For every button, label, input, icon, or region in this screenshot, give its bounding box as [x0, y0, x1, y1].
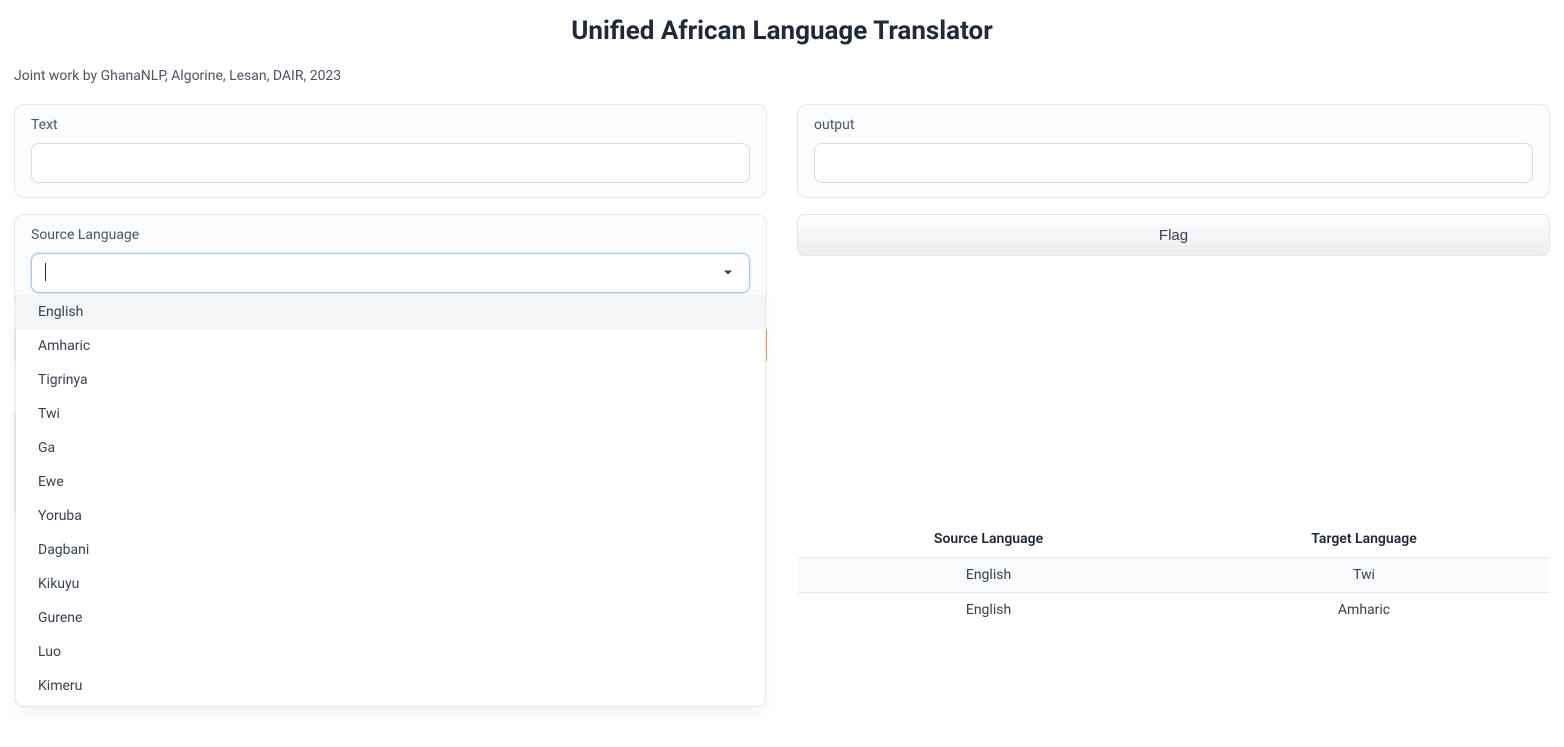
dropdown-option[interactable]: Tigrinya [16, 363, 765, 397]
source-language-card: Source Language EnglishAmharicTigrinyaTw… [14, 214, 767, 308]
text-input-label: Text [31, 117, 750, 133]
table-cell: Amharic [1179, 593, 1549, 628]
dropdown-option[interactable]: Amharic [16, 329, 765, 363]
page-subtitle: Joint work by GhanaNLP, Algorine, Lesan,… [14, 68, 1550, 84]
dropdown-option[interactable]: Dagbani [16, 533, 765, 567]
output-label: output [814, 117, 1533, 133]
dropdown-option[interactable]: Ga [16, 431, 765, 465]
table-header-source: Source Language [798, 521, 1180, 558]
dropdown-option[interactable]: Luo [16, 635, 765, 669]
dropdown-option[interactable]: Yoruba [16, 499, 765, 533]
source-language-dropdown: EnglishAmharicTigrinyaTwiGaEweYorubaDagb… [15, 295, 766, 707]
table-cell: Twi [1179, 558, 1549, 593]
dropdown-option[interactable]: Kimeru [16, 669, 765, 703]
source-language-select[interactable] [31, 253, 750, 293]
source-language-label: Source Language [31, 227, 750, 243]
page-title: Unified African Language Translator [14, 16, 1550, 46]
table-row[interactable]: EnglishAmharic [798, 593, 1550, 628]
dropdown-option[interactable]: Kikuyu [16, 567, 765, 601]
text-input[interactable] [31, 143, 750, 183]
table-cell: English [798, 593, 1180, 628]
dropdown-option[interactable]: Ewe [16, 465, 765, 499]
text-input-card: Text [14, 104, 767, 198]
output-card: output [797, 104, 1550, 198]
examples-table: Source Language Target Language EnglishT… [797, 520, 1550, 628]
table-cell: English [798, 558, 1180, 593]
dropdown-option[interactable]: Gurene [16, 601, 765, 635]
table-row[interactable]: EnglishTwi [798, 558, 1550, 593]
dropdown-option[interactable]: Twi [16, 397, 765, 431]
dropdown-option[interactable]: English [16, 295, 765, 329]
text-cursor [45, 263, 46, 281]
table-header-target: Target Language [1179, 521, 1549, 558]
output-text [814, 143, 1533, 183]
flag-button[interactable]: Flag [797, 214, 1550, 256]
